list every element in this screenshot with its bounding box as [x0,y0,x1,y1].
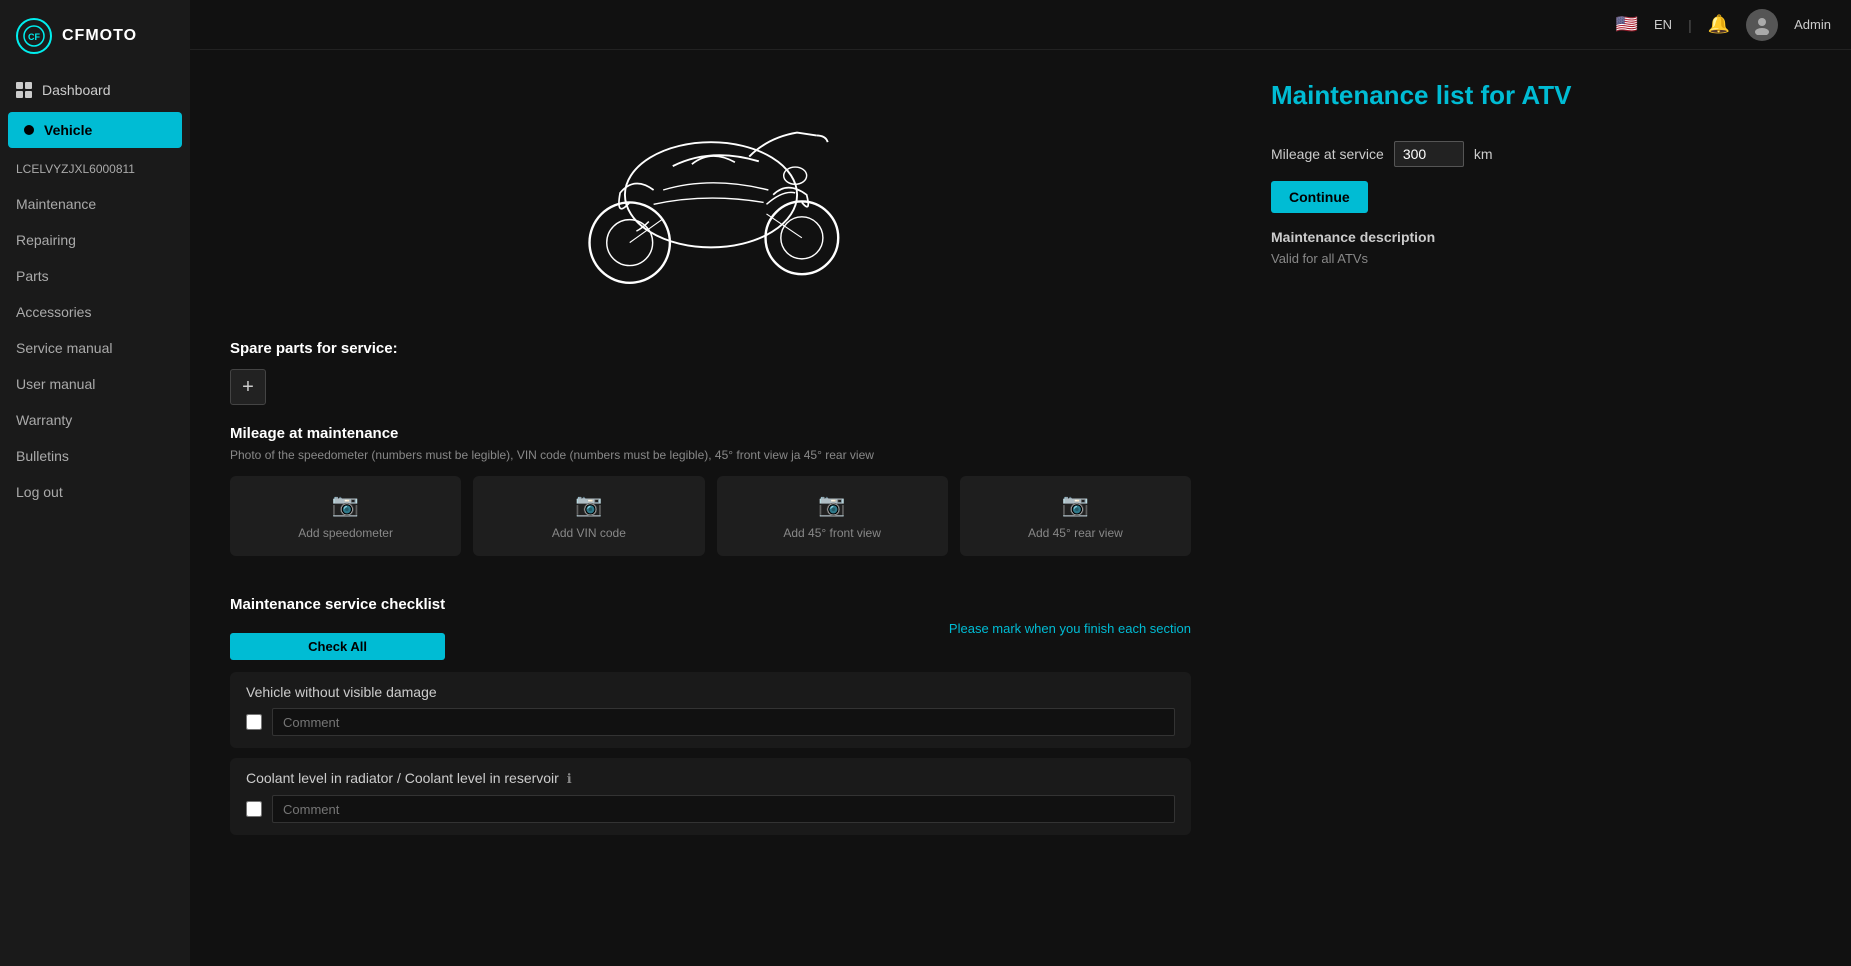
mileage-unit: km [1474,146,1493,162]
maintenance-title: Maintenance list for ATV [1271,80,1811,111]
vin-number: LCELVYZJXL6000811 [0,152,190,186]
continue-button[interactable]: Continue [1271,181,1368,213]
notification-bell-icon[interactable]: 🔔 [1708,14,1730,35]
mileage-input[interactable] [1394,141,1464,167]
checkbox-no-damage[interactable] [246,714,262,730]
checklist-item-title-no-damage: Vehicle without visible damage [246,684,1175,700]
topbar-divider: | [1688,17,1692,33]
checkbox-coolant[interactable] [246,801,262,817]
sidebar-item-dashboard[interactable]: Dashboard [0,72,190,108]
checklist-item-title-coolant: Coolant level in radiator / Coolant leve… [246,770,1175,787]
checklist-row-coolant [246,795,1175,823]
flag-icon: 🇺🇸 [1616,14,1638,35]
sidebar-item-warranty[interactable]: Warranty [0,402,190,438]
vehicle-dot-icon [24,125,34,135]
comment-no-damage[interactable] [272,708,1175,736]
sidebar-item-logout[interactable]: Log out [0,474,190,510]
sidebar-item-accessories[interactable]: Accessories [0,294,190,330]
sidebar-item-vehicle[interactable]: Vehicle [8,112,182,148]
dashboard-grid-icon [16,82,32,98]
checklist-item-coolant: Coolant level in radiator / Coolant leve… [230,758,1191,835]
sidebar-item-user-manual[interactable]: User manual [0,366,190,402]
spare-parts-section: Spare parts for service: + [210,320,1211,405]
svg-text:CF: CF [28,32,40,42]
photo-upload-speedometer[interactable]: 📷 Add speedometer [230,476,461,556]
sidebar-item-service-manual[interactable]: Service manual [0,330,190,366]
checklist-title: Maintenance service checklist [230,596,445,613]
photo-label-vin: Add VIN code [552,526,626,540]
checklist-header: Maintenance service checklist Check All … [230,596,1191,660]
add-spare-part-button[interactable]: + [230,369,266,405]
photo-label-rear: Add 45° rear view [1028,526,1123,540]
maintenance-description-title: Maintenance description [1271,229,1811,245]
main-content: Spare parts for service: + Mileage at ma… [190,0,1851,966]
spare-parts-title: Spare parts for service: [230,340,1191,357]
logo-text: CFMOTO [62,27,137,45]
photo-label-front: Add 45° front view [783,526,881,540]
left-panel: Spare parts for service: + Mileage at ma… [190,50,1231,885]
topbar: 🇺🇸 EN | 🔔 Admin [190,0,1851,50]
mileage-maintenance-section: Mileage at maintenance Photo of the spee… [210,405,1211,576]
photo-upload-rear-view[interactable]: 📷 Add 45° rear view [960,476,1191,556]
camera-icon-speedometer: 📷 [332,492,359,518]
atv-image-area [210,70,1211,320]
photo-upload-grid: 📷 Add speedometer 📷 Add VIN code 📷 Add 4… [230,476,1191,556]
comment-coolant[interactable] [272,795,1175,823]
vehicle-label: Vehicle [44,122,92,138]
logo-area: CF CFMOTO [0,0,190,72]
mileage-maintenance-title: Mileage at maintenance [230,425,1191,442]
checklist-item-no-damage: Vehicle without visible damage [230,672,1191,748]
checklist-row-no-damage [246,708,1175,736]
mileage-row: Mileage at service km [1271,141,1811,167]
logo-icon: CF [16,18,52,54]
mileage-maintenance-desc: Photo of the speedometer (numbers must b… [230,448,1191,462]
sidebar-item-parts[interactable]: Parts [0,258,190,294]
maintenance-description-text: Valid for all ATVs [1271,251,1811,266]
info-icon-coolant[interactable]: ℹ [567,771,572,786]
checklist-section: Maintenance service checklist Check All … [210,576,1211,865]
admin-label: Admin [1794,17,1831,32]
language-selector[interactable]: EN [1654,17,1672,32]
photo-upload-front-view[interactable]: 📷 Add 45° front view [717,476,948,556]
please-mark-text: Please mark when you finish each section [949,621,1191,636]
camera-icon-vin: 📷 [575,492,602,518]
sidebar-item-repairing[interactable]: Repairing [0,222,190,258]
dashboard-label: Dashboard [42,82,111,98]
mileage-label: Mileage at service [1271,146,1384,162]
right-panel: Maintenance list for ATV Mileage at serv… [1231,50,1851,885]
atv-image [551,80,871,300]
check-all-button[interactable]: Check All [230,633,445,660]
content-area: Spare parts for service: + Mileage at ma… [190,50,1851,885]
photo-upload-vin[interactable]: 📷 Add VIN code [473,476,704,556]
sidebar-item-maintenance[interactable]: Maintenance [0,186,190,222]
camera-icon-rear: 📷 [1062,492,1089,518]
camera-icon-front: 📷 [818,492,845,518]
avatar[interactable] [1746,9,1778,41]
sidebar: CF CFMOTO Dashboard Vehicle LCELVYZJXL60… [0,0,190,966]
sidebar-item-bulletins[interactable]: Bulletins [0,438,190,474]
photo-label-speedometer: Add speedometer [298,526,393,540]
